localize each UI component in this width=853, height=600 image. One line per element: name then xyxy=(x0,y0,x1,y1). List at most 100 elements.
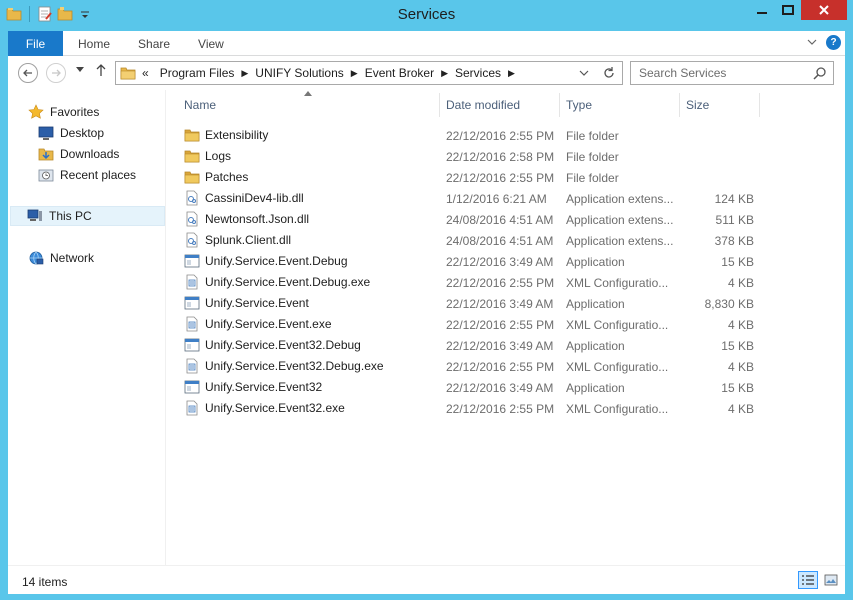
file-name: Unify.Service.Event.Debug.exe xyxy=(205,275,371,289)
minimize-button[interactable] xyxy=(749,0,775,20)
chevron-right-icon[interactable]: ▶ xyxy=(241,68,248,79)
file-name-cell[interactable]: Splunk.Client.dll xyxy=(184,232,291,248)
navigation-bar: « Program Files ▶ UNIFY Solutions ▶ Even… xyxy=(8,56,845,90)
breadcrumb-program-files[interactable]: Program Files xyxy=(160,66,235,80)
close-button[interactable] xyxy=(801,0,847,20)
column-header-name[interactable]: Name xyxy=(166,91,440,117)
file-date: 22/12/2016 2:55 PM xyxy=(446,318,555,332)
file-name-cell[interactable]: Extensibility xyxy=(184,127,268,143)
downloads-icon xyxy=(38,148,54,161)
navigation-pane: Favorites Desktop Downloads Recent place… xyxy=(8,90,166,565)
file-date: 24/08/2016 4:51 AM xyxy=(446,234,554,248)
search-box[interactable] xyxy=(630,61,834,85)
forward-button[interactable] xyxy=(46,63,66,83)
breadcrumb-event-broker[interactable]: Event Broker xyxy=(365,66,434,80)
nav-recent-places[interactable]: Recent places xyxy=(38,165,136,185)
title-bar[interactable]: Services xyxy=(0,0,853,31)
file-size: 378 KB xyxy=(714,234,754,248)
address-bar[interactable]: « Program Files ▶ UNIFY Solutions ▶ Even… xyxy=(115,61,623,85)
file-name-cell[interactable]: Patches xyxy=(184,169,248,185)
recent-locations-dropdown[interactable] xyxy=(76,66,84,75)
maximize-button[interactable] xyxy=(775,0,801,20)
file-row[interactable]: Unify.Service.Event32.exe 22/12/2016 2:55… xyxy=(184,397,764,418)
nav-desktop[interactable]: Desktop xyxy=(38,123,104,143)
file-name-cell[interactable]: Newtonsoft.Json.dll xyxy=(184,211,309,227)
search-icon[interactable] xyxy=(813,66,827,80)
file-name-cell[interactable]: Unify.Service.Event.Debug xyxy=(184,253,348,269)
column-header-date[interactable]: Date modified xyxy=(440,93,560,117)
file-row[interactable]: Unify.Service.Event32 22/12/2016 3:49 AM A… xyxy=(184,376,764,397)
recent-places-icon xyxy=(38,169,54,182)
file-row[interactable]: Unify.Service.Event.Debug.exe 22/12/2016 … xyxy=(184,271,764,292)
minimize-icon xyxy=(757,12,767,14)
column-header-size[interactable]: Size xyxy=(680,93,760,117)
file-row[interactable]: Unify.Service.Event32.Debug 22/12/2016 3:… xyxy=(184,334,764,355)
file-name: Unify.Service.Event32.exe xyxy=(205,401,345,415)
column-type-label: Type xyxy=(566,98,593,112)
application-icon xyxy=(184,380,200,394)
network-icon xyxy=(29,251,44,265)
refresh-icon[interactable] xyxy=(602,66,616,80)
file-name: Unify.Service.Event32 xyxy=(205,380,323,394)
nav-downloads[interactable]: Downloads xyxy=(38,144,119,164)
column-name-label: Name xyxy=(184,98,217,112)
tab-share[interactable]: Share xyxy=(138,37,170,51)
nav-desktop-label: Desktop xyxy=(60,126,105,140)
file-size: 15 KB xyxy=(721,339,754,353)
file-size: 511 KB xyxy=(715,213,754,227)
file-row[interactable]: Splunk.Client.dll 24/08/2016 4:51 AM Appli… xyxy=(184,229,764,250)
file-name-cell[interactable]: Unify.Service.Event.Debug.exe xyxy=(184,274,370,290)
config-file-icon xyxy=(186,274,198,290)
file-name-cell[interactable]: Unify.Service.Event32.Debug.exe xyxy=(184,358,384,374)
nav-network-label: Network xyxy=(50,251,95,265)
file-row[interactable]: Unify.Service.Event.exe 22/12/2016 2:55 P… xyxy=(184,313,764,334)
column-header-type[interactable]: Type xyxy=(560,93,680,117)
file-name-cell[interactable]: Unify.Service.Event.exe xyxy=(184,316,332,332)
file-name-cell[interactable]: CassiniDev4-lib.dll xyxy=(184,190,304,206)
file-row[interactable]: Unify.Service.Event 22/12/2016 3:49 AM App… xyxy=(184,292,764,313)
chevron-right-icon[interactable]: ▶ xyxy=(508,68,515,79)
application-icon xyxy=(184,296,200,310)
help-icon[interactable]: ? xyxy=(826,35,841,50)
file-row[interactable]: Newtonsoft.Json.dll 24/08/2016 4:51 AM App… xyxy=(184,208,764,229)
search-input[interactable] xyxy=(639,66,809,80)
back-button[interactable] xyxy=(18,63,38,83)
file-type: Application extens... xyxy=(566,234,674,248)
file-row[interactable]: CassiniDev4-lib.dll 1/12/2016 6:21 AM Appl… xyxy=(184,187,764,208)
file-type: File folder xyxy=(566,129,619,143)
file-name-cell[interactable]: Unify.Service.Event32 xyxy=(184,379,322,395)
file-name-cell[interactable]: Logs xyxy=(184,148,231,164)
chevron-right-icon[interactable]: ▶ xyxy=(351,68,358,79)
nav-this-pc[interactable]: This PC xyxy=(10,206,165,226)
file-name-cell[interactable]: Unify.Service.Event32.Debug xyxy=(184,337,361,353)
file-row[interactable]: Unify.Service.Event.Debug 22/12/2016 3:49… xyxy=(184,250,764,271)
breadcrumb-overflow[interactable]: « xyxy=(142,66,149,80)
tab-view[interactable]: View xyxy=(198,37,224,51)
status-bar: 14 items xyxy=(8,565,845,594)
expand-ribbon-icon[interactable] xyxy=(806,35,818,49)
file-row[interactable]: Logs 22/12/2016 2:58 PM File folder xyxy=(184,145,764,166)
nav-this-pc-label: This PC xyxy=(49,209,92,223)
file-name-cell[interactable]: Unify.Service.Event32.exe xyxy=(184,400,345,416)
breadcrumb-unify-solutions[interactable]: UNIFY Solutions xyxy=(255,66,343,80)
address-history-icon[interactable] xyxy=(578,66,590,80)
window-title: Services xyxy=(397,6,456,23)
breadcrumb-services[interactable]: Services xyxy=(455,66,501,80)
large-icons-view-button[interactable] xyxy=(821,571,841,589)
file-date: 22/12/2016 2:55 PM xyxy=(446,402,555,416)
details-view-button[interactable] xyxy=(798,571,818,589)
dll-file-icon xyxy=(186,190,198,206)
file-row[interactable]: Extensibility 22/12/2016 2:55 PM File fold… xyxy=(184,124,764,145)
file-date: 22/12/2016 2:55 PM xyxy=(446,276,555,290)
file-name-cell[interactable]: Unify.Service.Event xyxy=(184,295,309,311)
chevron-right-icon[interactable]: ▶ xyxy=(441,68,448,79)
up-button[interactable] xyxy=(95,63,107,81)
nav-network[interactable]: Network xyxy=(28,248,94,268)
file-type: Application extens... xyxy=(566,213,674,227)
tab-file[interactable]: File xyxy=(8,31,63,56)
file-row[interactable]: Unify.Service.Event32.Debug.exe 22/12/201… xyxy=(184,355,764,376)
nav-favorites[interactable]: Favorites xyxy=(28,102,99,122)
file-row[interactable]: Patches 22/12/2016 2:55 PM File folder xyxy=(184,166,764,187)
tab-home[interactable]: Home xyxy=(78,37,110,51)
close-icon xyxy=(819,5,829,15)
